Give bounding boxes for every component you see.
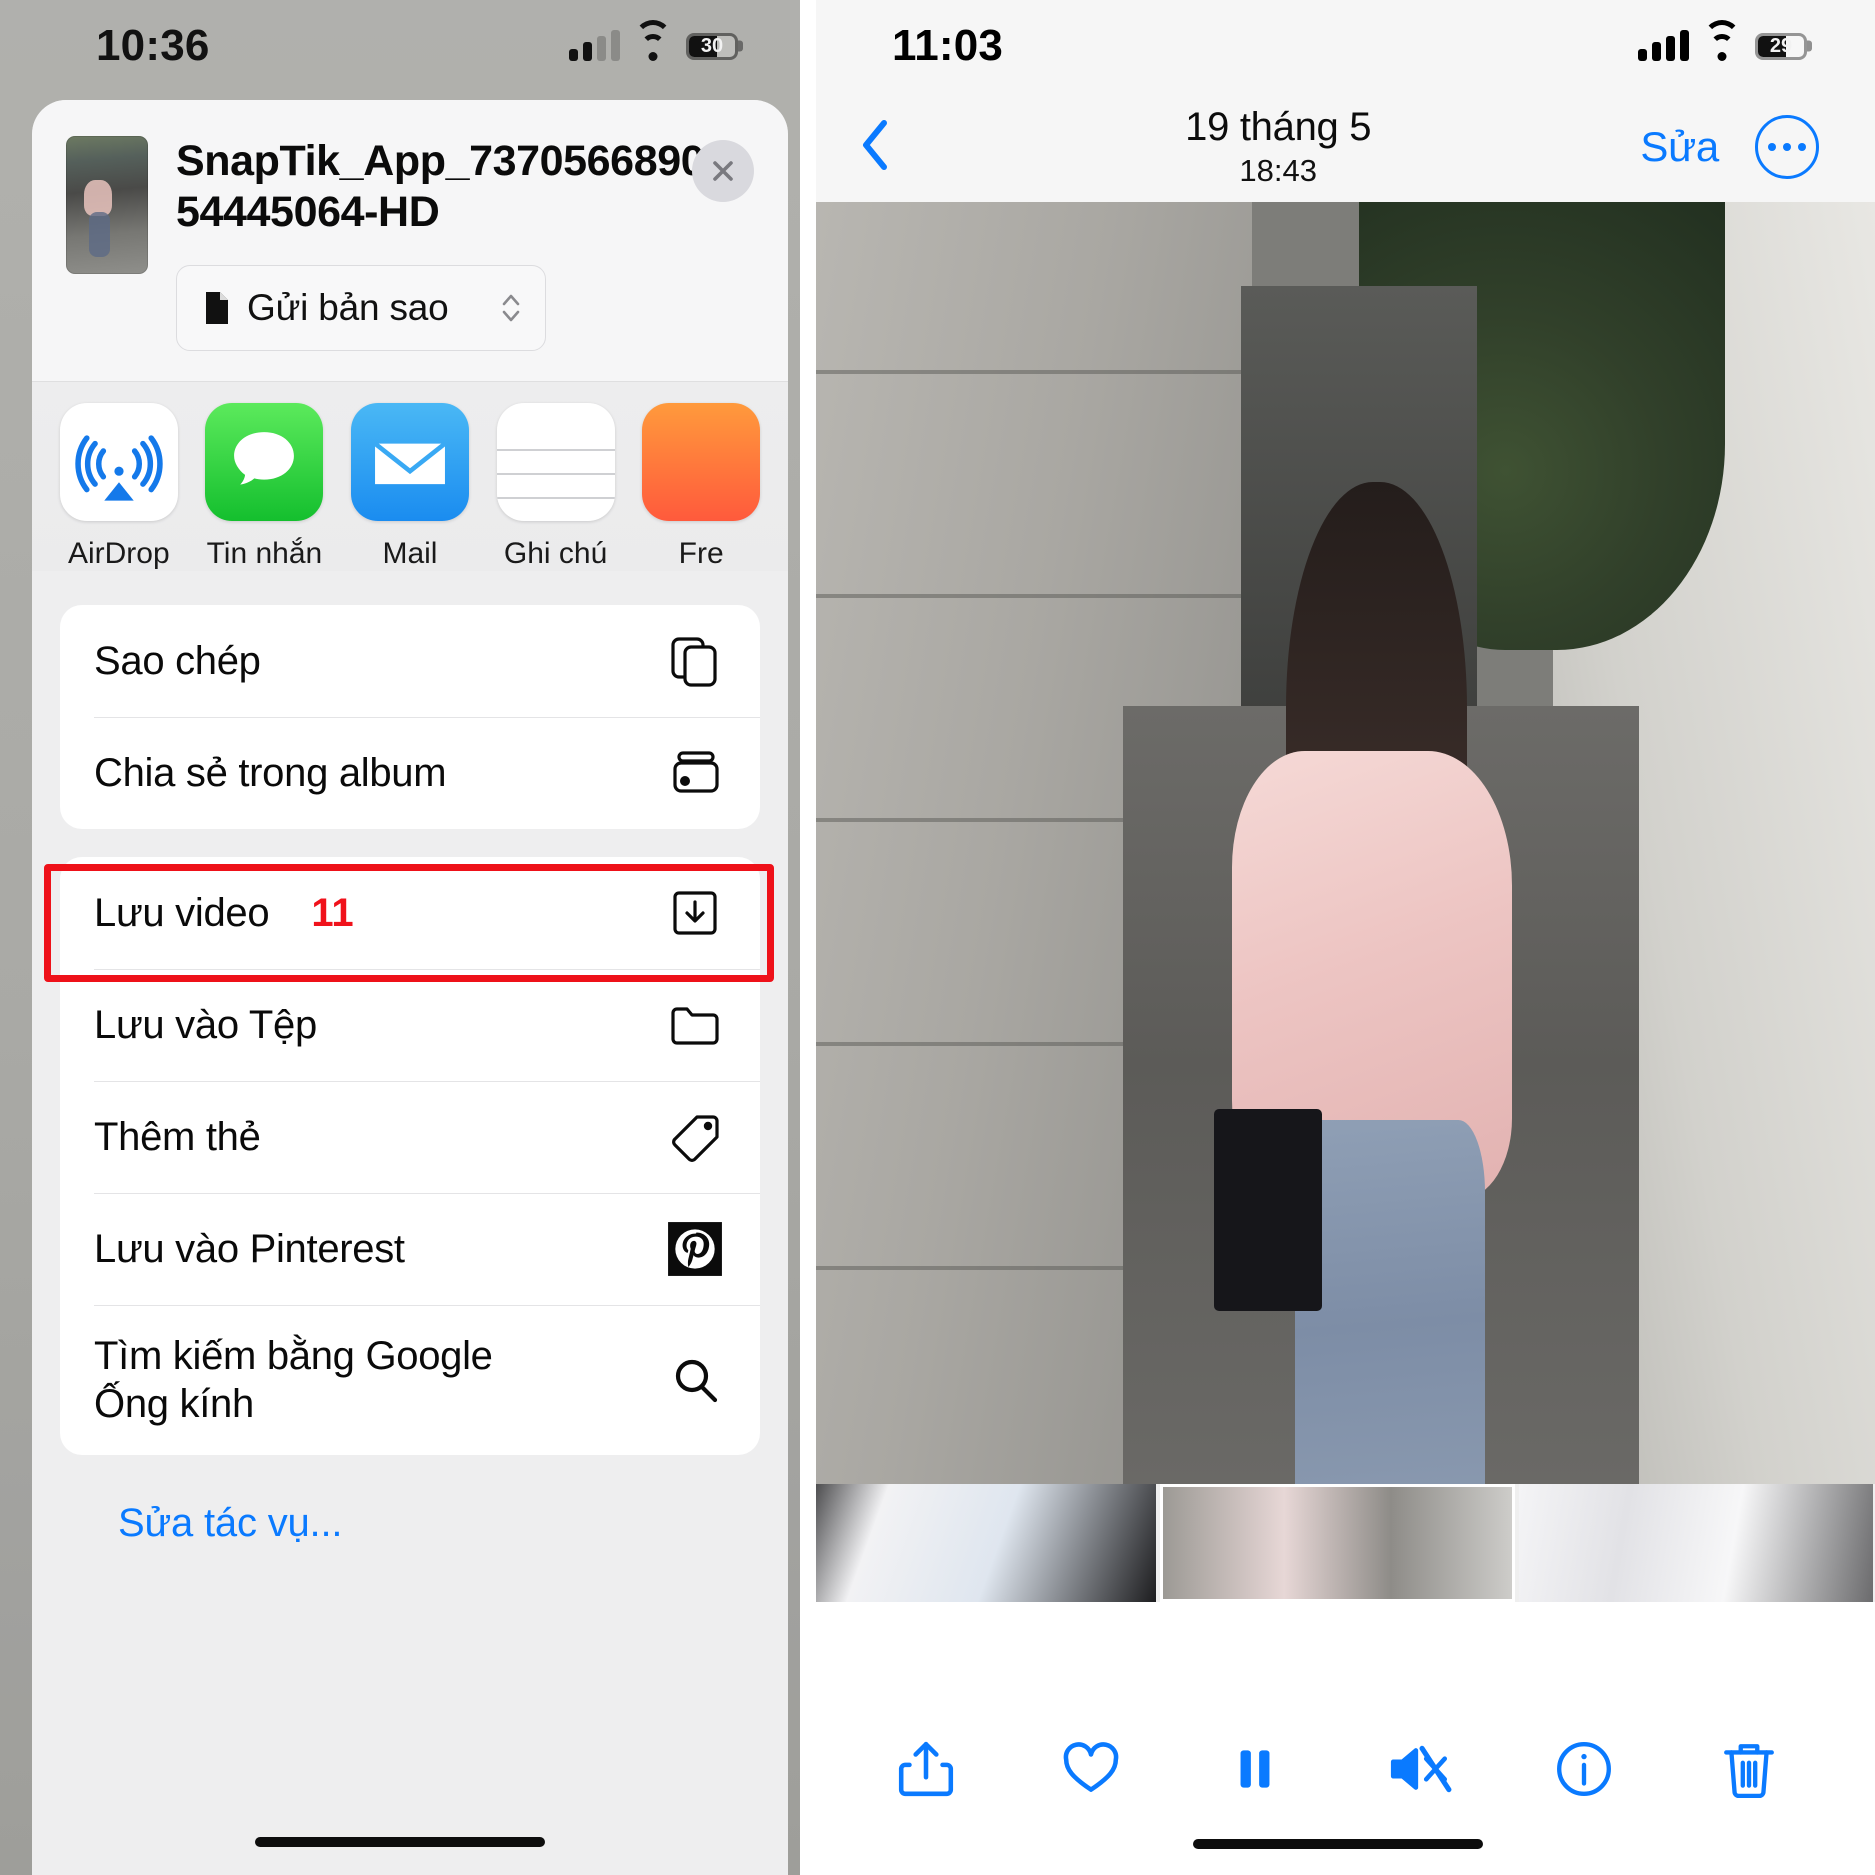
action-label: Lưu video [94, 891, 270, 936]
status-bar-indicators: 30 [569, 20, 738, 61]
pause-icon [1240, 1749, 1270, 1788]
close-icon [713, 161, 733, 181]
mute-icon [1390, 1745, 1452, 1792]
filmstrip-thumbnail[interactable] [1518, 1484, 1873, 1602]
edit-actions-link[interactable]: Sửa tác vụ... [60, 1483, 760, 1546]
status-bar-indicators: 29 [1638, 20, 1807, 61]
status-bar-time: 10:36 [96, 21, 210, 70]
photo-filmstrip[interactable] [800, 1484, 1875, 1602]
photo-viewer[interactable] [800, 202, 1875, 1602]
battery-level: 30 [700, 34, 724, 57]
photo-date-group: 19 tháng 5 18:43 [916, 105, 1640, 190]
filmstrip-thumbnail[interactable] [802, 1484, 1157, 1602]
share-app-label: Tin nhắn [206, 537, 323, 571]
share-app-notes[interactable]: Ghi chú [483, 403, 629, 571]
share-icon [899, 1741, 954, 1796]
status-bar-right: 11:03 29 [800, 0, 1875, 92]
action-label: Lưu vào Pinterest [94, 1227, 405, 1272]
copy-icon [664, 630, 726, 692]
back-button[interactable] [856, 115, 916, 180]
ellipsis-circle-icon[interactable] [1755, 115, 1819, 179]
info-icon [1557, 1741, 1612, 1796]
mute-button[interactable] [1377, 1726, 1463, 1812]
share-app-label: Ghi chú [503, 537, 608, 571]
pinterest-icon [664, 1218, 726, 1280]
share-button[interactable] [883, 1726, 969, 1812]
step-badge: 11 [311, 890, 354, 935]
share-app-label: Mail [382, 537, 438, 571]
info-button[interactable] [1541, 1726, 1627, 1812]
action-label: Sao chép [94, 639, 261, 684]
search-icon [664, 1349, 726, 1411]
share-app-label: Fre [678, 537, 724, 571]
action-row-shared-album[interactable]: Chia sẻ trong album [60, 717, 760, 829]
photo-navigation-bar: 19 tháng 5 18:43 Sửa [800, 92, 1875, 202]
right-phone-photos-screen: 11:03 29 19 tháng 5 18:43 Sửa [800, 0, 1875, 1875]
trash-icon [1723, 1743, 1774, 1798]
shared-album-icon [664, 742, 726, 804]
file-thumbnail [66, 136, 148, 274]
airdrop-icon [59, 403, 178, 522]
action-row-copy[interactable]: Sao chép [60, 605, 760, 717]
folder-icon [664, 994, 726, 1056]
action-label: Thêm thẻ [94, 1115, 261, 1160]
share-action-cards: Sao chép Chia sẻ trong album Lưu video 1… [32, 571, 788, 1546]
action-row-save-pinterest[interactable]: Lưu vào Pinterest [60, 1193, 760, 1305]
action-card-one: Sao chép Chia sẻ trong album [60, 605, 760, 830]
favorite-button[interactable] [1048, 1726, 1134, 1812]
mail-icon [350, 403, 469, 522]
share-app-airdrop[interactable]: AirDrop [46, 403, 192, 571]
action-row-google-lens[interactable]: Tìm kiếm bằng Google Ống kính [60, 1305, 760, 1455]
share-apps-row: AirDrop Tin nhắn Mail Ghi chú Fre [32, 381, 788, 572]
phone-divider [800, 0, 816, 1875]
messages-icon [205, 403, 324, 522]
pause-button[interactable] [1212, 1726, 1298, 1812]
cellular-signal-icon [1638, 30, 1689, 61]
home-indicator-right [1192, 1839, 1483, 1849]
tag-icon [664, 1106, 726, 1168]
close-button[interactable] [692, 140, 754, 202]
left-phone-share-sheet-screen: 10:36 30 SnapTik_App_7370566890554445064… [0, 0, 800, 1875]
send-copy-label: Gửi bản sao [247, 287, 449, 329]
chevron-left-icon [863, 119, 887, 170]
action-row-save-files[interactable]: Lưu vào Tệp [60, 969, 760, 1081]
cellular-signal-icon [569, 30, 620, 61]
photo-date: 19 tháng 5 [1185, 104, 1372, 149]
photo-time: 18:43 [1239, 153, 1317, 189]
share-sheet-header: SnapTik_App_7370566890554445064-HD Gửi b… [32, 100, 788, 382]
home-indicator-left [255, 1837, 545, 1847]
heart-icon [1063, 1741, 1119, 1792]
notes-icon [496, 403, 615, 522]
share-sheet: SnapTik_App_7370566890554445064-HD Gửi b… [32, 100, 788, 1875]
document-icon [203, 291, 231, 325]
action-label: Tìm kiếm bằng Google Ống kính [94, 1333, 493, 1427]
share-app-label: AirDrop [67, 537, 170, 571]
wifi-icon [634, 20, 672, 61]
dual-phone-screenshot: 10:36 30 SnapTik_App_7370566890554445064… [0, 0, 1875, 1875]
status-bar-left: 10:36 30 [0, 0, 800, 92]
delete-button[interactable] [1706, 1726, 1792, 1812]
battery-icon: 29 [1755, 32, 1807, 60]
battery-level: 29 [1769, 34, 1793, 57]
send-copy-option[interactable]: Gửi bản sao [176, 265, 546, 352]
freeform-icon [642, 403, 761, 522]
share-app-freeform[interactable]: Fre [628, 403, 774, 571]
edit-button[interactable]: Sửa [1640, 123, 1719, 171]
status-bar-time: 11:03 [892, 21, 1004, 70]
action-row-save-video[interactable]: Lưu video 11 [60, 857, 760, 969]
share-app-mail[interactable]: Mail [337, 403, 483, 571]
action-row-add-tag[interactable]: Thêm thẻ [60, 1081, 760, 1193]
share-app-messages[interactable]: Tin nhắn [192, 403, 338, 571]
wifi-icon [1703, 20, 1741, 61]
file-title: SnapTik_App_7370566890554445064-HD [176, 137, 728, 236]
action-label: Lưu vào Tệp [94, 1003, 317, 1048]
action-label: Chia sẻ trong album [94, 751, 447, 796]
battery-icon: 30 [686, 32, 738, 60]
action-card-two: Lưu video 11 Lưu vào Tệp Thêm thẻ Lưu và… [60, 857, 760, 1456]
filmstrip-thumbnail-selected[interactable] [1160, 1484, 1515, 1602]
photo-subject [1187, 482, 1639, 1602]
stepper-chevron-icon[interactable] [497, 286, 525, 330]
download-icon [664, 882, 726, 944]
